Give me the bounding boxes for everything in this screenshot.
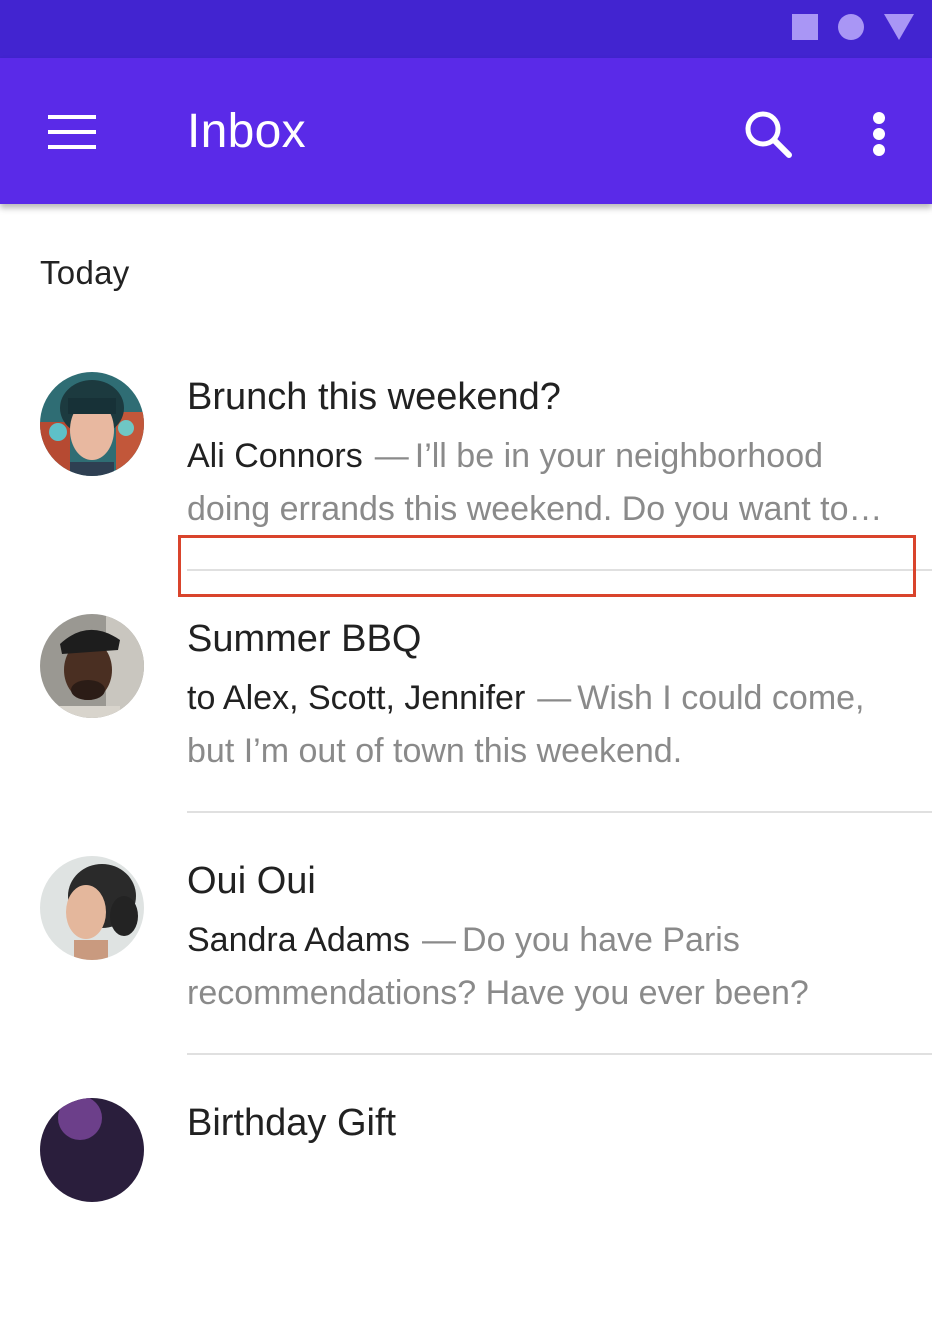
- app-bar: Inbox: [0, 58, 932, 204]
- status-bar: [0, 0, 932, 58]
- circle-icon: [838, 14, 864, 40]
- list-item[interactable]: Birthday Gift: [0, 1098, 932, 1340]
- email-sender: Ali Connors: [187, 437, 363, 475]
- separator-dash: —: [537, 679, 572, 717]
- avatar: [40, 614, 144, 718]
- avatar: [40, 372, 144, 476]
- divider: [187, 1053, 932, 1055]
- more-vert-icon: [873, 112, 885, 156]
- email-snippet: to Alex, Scott, Jennifer — Wish I could co…: [187, 672, 912, 778]
- status-icons: [792, 14, 914, 40]
- separator-dash: —: [422, 921, 457, 959]
- separator-dash: —: [374, 437, 409, 475]
- search-button[interactable]: [732, 98, 804, 170]
- menu-icon: [48, 115, 96, 149]
- square-icon: [792, 14, 818, 40]
- menu-button[interactable]: [36, 102, 108, 162]
- email-subject: Oui Oui: [187, 860, 316, 902]
- avatar: [40, 856, 144, 960]
- section-label-today: Today: [40, 254, 130, 291]
- avatar: [40, 1098, 144, 1202]
- more-options-button[interactable]: [846, 98, 912, 170]
- divider: [187, 569, 932, 571]
- email-subject: Brunch this weekend?: [187, 376, 561, 418]
- search-icon: [745, 111, 792, 158]
- email-subject: Birthday Gift: [187, 1102, 397, 1144]
- email-sender: Sandra Adams: [187, 921, 411, 959]
- list-item[interactable]: Brunch this weekend? Ali Connors — I’ll be…: [0, 372, 932, 614]
- email-sender: to Alex, Scott, Jennifer: [187, 679, 526, 717]
- email-snippet: Ali Connors — I’ll be in your neighborhood…: [187, 430, 912, 536]
- email-snippet: Sandra Adams — Do you have Paris recommend…: [187, 914, 912, 1020]
- divider: [187, 811, 932, 813]
- page-title: Inbox: [187, 105, 306, 158]
- list-item[interactable]: Oui Oui Sandra Adams — Do you have Paris r…: [0, 856, 932, 1098]
- list-item[interactable]: Summer BBQ to Alex, Scott, Jennifer — Wish…: [0, 614, 932, 856]
- triangle-icon: [884, 14, 914, 40]
- email-subject: Summer BBQ: [187, 618, 422, 660]
